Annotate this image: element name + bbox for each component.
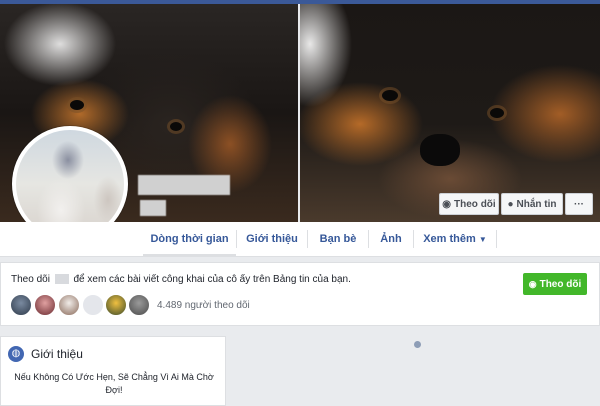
dog-eye <box>70 100 84 110</box>
tab-photos[interactable]: Ảnh <box>369 222 413 256</box>
caret-down-icon: ▼ <box>478 235 487 244</box>
follow-button-label: Theo dõi <box>454 198 496 210</box>
followers-count[interactable]: 4.489 người theo dõi <box>157 300 250 311</box>
follower-avatar[interactable] <box>34 294 56 316</box>
follow-green-button-label: Theo dõi <box>539 278 582 290</box>
follow-prompt-card: Theo dõi để xem các bài viết công khai c… <box>0 262 600 326</box>
globe-icon: ◍ <box>8 346 24 362</box>
nav-divider <box>496 230 497 248</box>
follower-avatar[interactable] <box>128 294 150 316</box>
dog-eye <box>490 108 504 118</box>
follow-prompt-text: Theo dõi để xem các bài viết công khai c… <box>11 274 351 285</box>
profile-nav-bar: Dòng thời gian Giới thiệu Bạn bè Ảnh Xem… <box>0 222 600 257</box>
intro-card: ◍ Giới thiệu Nếu Không Có Ước Hẹn, Sẽ Ch… <box>0 336 226 406</box>
follow-prompt-suffix: để xem các bài viết công khai của cô ấy … <box>73 274 351 285</box>
loading-indicator <box>414 341 421 348</box>
follow-button[interactable]: ◉ Theo dõi <box>439 193 499 215</box>
messenger-icon: ● <box>507 198 514 210</box>
intro-bio: Nếu Không Có Ước Hẹn, Sẽ Chẳng Vì Ai Mà … <box>14 372 214 395</box>
active-tab-indicator <box>143 254 236 256</box>
rss-icon: ◉ <box>442 198 452 210</box>
message-button-label: Nhắn tin <box>516 198 557 210</box>
follower-avatar-default[interactable] <box>82 294 104 316</box>
tab-friends[interactable]: Bạn bè <box>308 222 368 256</box>
follow-prompt-prefix: Theo dõi <box>11 274 50 285</box>
cover-photo-right-panel <box>300 4 600 222</box>
dog-nose <box>420 134 460 166</box>
intro-title: Giới thiệu <box>31 347 83 361</box>
redacted-name <box>54 274 69 285</box>
profile-name-redacted <box>138 175 230 195</box>
profile-alias-redacted <box>140 200 166 216</box>
tab-more[interactable]: Xem thêm ▼ <box>414 222 496 256</box>
dog-eye <box>170 122 182 131</box>
more-icon: ··· <box>574 198 584 210</box>
message-button[interactable]: ● Nhắn tin <box>501 193 563 215</box>
follower-avatar[interactable] <box>105 294 127 316</box>
tab-about[interactable]: Giới thiệu <box>237 222 307 256</box>
more-options-button[interactable]: ··· <box>565 193 593 215</box>
follower-avatar[interactable] <box>58 294 80 316</box>
follow-green-button[interactable]: ◉ Theo dõi <box>523 273 587 295</box>
follower-avatar[interactable] <box>10 294 32 316</box>
rss-icon: ◉ <box>528 278 537 289</box>
tab-more-label: Xem thêm <box>423 233 476 245</box>
tab-timeline[interactable]: Dòng thời gian <box>143 222 236 256</box>
dog-eye <box>382 90 398 101</box>
